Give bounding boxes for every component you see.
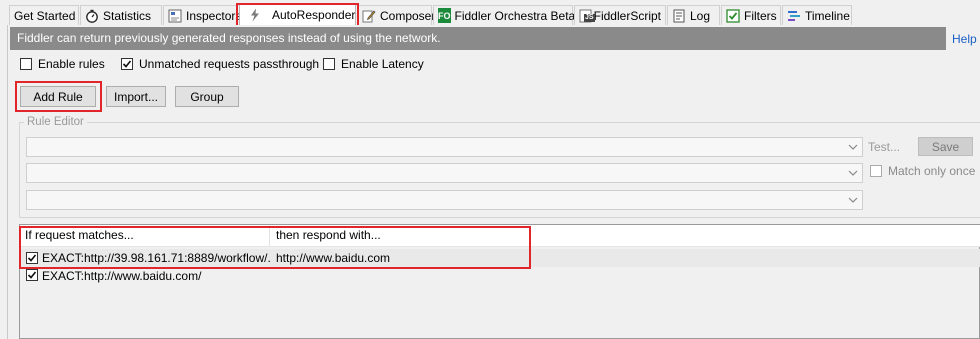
rule-editor-legend: Rule Editor	[24, 116, 87, 128]
tab-timeline[interactable]: Timeline	[782, 5, 852, 25]
tab-inspectors[interactable]: Inspectors	[163, 5, 242, 25]
test-link[interactable]: Test...	[868, 140, 900, 154]
tab-get-started[interactable]: Get Started	[9, 5, 79, 25]
tab-fiddler-orchestra[interactable]: FO Fiddler Orchestra Beta	[433, 5, 576, 25]
tab-label: FiddlerScript	[593, 8, 661, 23]
checkbox-box[interactable]	[870, 165, 882, 177]
enable-latency-label: Enable Latency	[341, 57, 424, 71]
tab-label: Log	[690, 8, 711, 23]
chevron-down-icon[interactable]	[848, 195, 858, 205]
table-row[interactable]: EXACT:http://39.98.161.71:8889/workflow/…	[20, 249, 980, 267]
rules-list-header: If request matches... then respond with.…	[20, 225, 980, 247]
rule-respond-cell	[276, 267, 526, 285]
tab-log[interactable]: Log	[667, 5, 720, 25]
match-only-once-checkbox[interactable]: Match only once	[870, 164, 975, 178]
tab-label: Statistics	[103, 8, 152, 23]
check-icon	[27, 271, 37, 279]
tab-statistics[interactable]: Statistics	[80, 5, 162, 25]
tab-autoresponder[interactable]: AutoResponder	[239, 3, 356, 26]
column-header-respond[interactable]: then respond with...	[271, 225, 531, 246]
tab-strip: Get Started Statistics Inspectors AutoRe…	[0, 0, 980, 26]
tab-label: Inspectors	[186, 8, 242, 23]
enable-rules-checkbox[interactable]: Enable rules	[20, 57, 105, 71]
info-banner: Fiddler can return previously generated …	[10, 27, 946, 50]
unmatched-passthrough-checkbox[interactable]: Unmatched requests passthrough	[121, 57, 319, 71]
timeline-icon	[787, 9, 801, 23]
tab-fiddlerscript[interactable]: JS FiddlerScript	[574, 5, 666, 25]
enable-rules-label: Enable rules	[38, 57, 105, 71]
add-rule-button[interactable]: Add Rule	[20, 86, 96, 107]
tab-label: AutoResponder	[272, 8, 356, 22]
save-button[interactable]: Save	[918, 137, 973, 156]
table-row[interactable]: EXACT:http://www.baidu.com/	[20, 267, 980, 285]
inspectors-icon	[168, 9, 182, 23]
checkbox-box[interactable]	[323, 58, 335, 70]
rule-match-cell: EXACT:http://www.baidu.com/	[42, 269, 202, 283]
check-icon	[122, 60, 132, 68]
match-pattern-combo[interactable]	[26, 137, 863, 157]
import-button[interactable]: Import...	[106, 86, 166, 107]
chevron-down-icon[interactable]	[848, 142, 858, 152]
tab-label: Timeline	[805, 8, 850, 23]
chevron-down-icon[interactable]	[848, 168, 858, 178]
tab-label: Filters	[744, 8, 777, 23]
third-rule-combo[interactable]	[26, 190, 863, 210]
tab-label: Composer	[380, 8, 436, 23]
js-icon: JS	[579, 9, 595, 23]
column-header-match[interactable]: If request matches...	[20, 225, 270, 246]
rule-respond-cell: http://www.baidu.com	[276, 251, 391, 265]
pencil-icon	[362, 9, 376, 23]
enable-latency-checkbox[interactable]: Enable Latency	[323, 57, 424, 71]
filters-check-icon	[726, 8, 740, 23]
tab-label: Fiddler Orchestra Beta	[454, 8, 576, 23]
match-only-once-label: Match only once	[888, 164, 976, 178]
checkbox-box[interactable]	[121, 58, 133, 70]
help-link[interactable]: Help	[952, 32, 977, 46]
unmatched-passthrough-label: Unmatched requests passthrough	[139, 57, 320, 71]
fo-icon: FO	[438, 8, 451, 23]
tab-composer[interactable]: Composer	[357, 5, 436, 25]
lightning-icon	[248, 8, 262, 22]
tab-filters[interactable]: Filters	[721, 5, 781, 25]
log-icon	[672, 9, 686, 23]
row-checkbox[interactable]	[26, 252, 38, 264]
check-icon	[27, 254, 37, 262]
tab-label: Get Started	[14, 8, 76, 23]
rule-match-cell: EXACT:http://39.98.161.71:8889/workflow/…	[42, 251, 270, 265]
group-button[interactable]: Group	[175, 86, 239, 107]
stopwatch-icon	[85, 9, 99, 23]
checkbox-box[interactable]	[20, 58, 32, 70]
response-action-combo[interactable]	[26, 163, 863, 183]
row-checkbox[interactable]	[26, 269, 38, 281]
